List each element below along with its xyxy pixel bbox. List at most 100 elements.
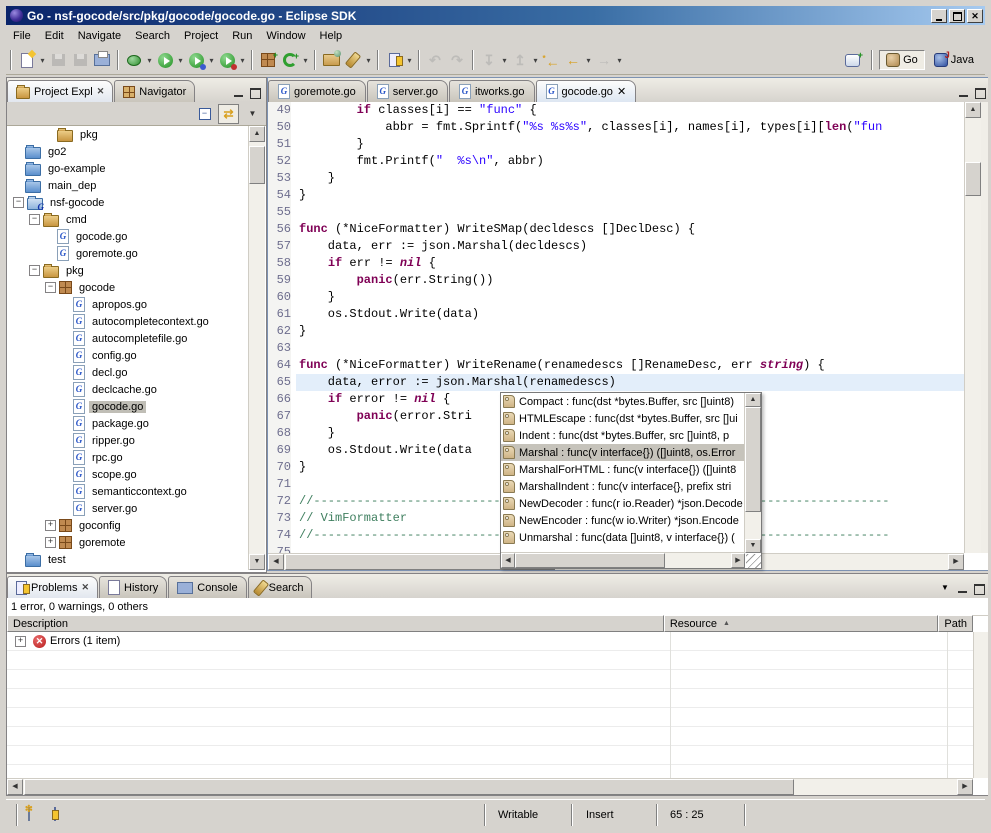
next-annotation-dropdown[interactable]: ▾ [500, 56, 509, 65]
redo-nav-button[interactable]: ↷ [446, 49, 468, 71]
tree-item-config-go[interactable]: config.go [7, 347, 249, 364]
popup-resize-grip[interactable] [746, 554, 761, 568]
popup-scroll-left-icon[interactable]: ◀ [501, 553, 515, 568]
editor-vscroll-thumb[interactable] [965, 162, 981, 196]
save-button[interactable] [47, 49, 69, 71]
tree-scroll-up-icon[interactable]: ▲ [249, 126, 265, 142]
tree-item-goremote-go[interactable]: goremote.go [7, 245, 249, 262]
run-external-button[interactable] [216, 49, 238, 71]
tree-item-nsf-gocode[interactable]: −nsf-gocode [7, 194, 249, 211]
editor-scroll-up-icon[interactable]: ▲ [965, 102, 981, 118]
maximize-view-button[interactable] [249, 87, 262, 98]
close-view-icon[interactable]: ✕ [97, 86, 105, 97]
go-compile-button[interactable]: + [279, 49, 301, 71]
print-button[interactable] [91, 49, 113, 71]
perspective-go-button[interactable]: Go [879, 50, 925, 70]
tree-item-gocode-go[interactable]: gocode.go [7, 228, 249, 245]
minimize-editor-button[interactable] [958, 87, 971, 98]
tab-console[interactable]: Console [168, 576, 246, 598]
forward-button[interactable]: → [593, 49, 615, 71]
menu-project[interactable]: Project [177, 28, 225, 44]
close-tab-icon[interactable]: ✕ [617, 85, 626, 98]
tree-item-gocode[interactable]: −gocode [7, 279, 249, 296]
problems-hscroll-thumb[interactable] [24, 779, 794, 795]
maximize-editor-button[interactable] [974, 87, 987, 98]
tree-item-apropos-go[interactable]: apropos.go [7, 296, 249, 313]
problems-scroll-right-icon[interactable]: ▶ [957, 779, 973, 795]
tree-item-pkg[interactable]: −pkg [7, 262, 249, 279]
menu-edit[interactable]: Edit [38, 28, 71, 44]
problems-vscrollbar[interactable] [973, 632, 990, 778]
minimize-problems-button[interactable] [957, 583, 970, 594]
run-external-dropdown[interactable]: ▾ [238, 56, 247, 65]
tree-item-pkg[interactable]: pkg [7, 126, 249, 143]
tree-item-test[interactable]: test [7, 551, 249, 568]
editor-tab-gocode-go[interactable]: gocode.go✕ [536, 80, 637, 102]
tree-scroll-thumb[interactable] [249, 146, 265, 184]
completion-item[interactable]: NewDecoder : func(r io.Reader) *json.Dec… [501, 495, 745, 512]
search-button[interactable] [342, 49, 364, 71]
tree-item-server-go[interactable]: server.go [7, 500, 249, 517]
completion-item[interactable]: NewEncoder : func(w io.Writer) *json.Enc… [501, 512, 745, 529]
tree-item-goremote[interactable]: +goremote [7, 534, 249, 551]
menu-file[interactable]: File [6, 28, 38, 44]
tree-item-autocompletefile-go[interactable]: autocompletefile.go [7, 330, 249, 347]
completion-item[interactable]: Compact : func(dst *bytes.Buffer, src []… [501, 393, 745, 410]
undo-nav-button[interactable]: ↶ [424, 49, 446, 71]
new-wizard-button[interactable] [16, 49, 38, 71]
column-path[interactable]: Path [938, 615, 973, 632]
completion-item[interactable]: MarshalIndent : func(v interface{}, pref… [501, 478, 745, 495]
collapse-icon[interactable]: − [29, 265, 40, 276]
editor-vscrollbar[interactable]: ▲ [964, 102, 981, 553]
popup-vscroll-thumb[interactable] [745, 407, 761, 512]
column-description[interactable]: Description [7, 615, 664, 632]
completion-item[interactable]: Unmarshal : func(data []uint8, v interfa… [501, 529, 745, 546]
tree-item-cmd[interactable]: −cmd [7, 211, 249, 228]
completion-item[interactable]: MarshalForHTML : func(v interface{}) ([]… [501, 461, 745, 478]
problems-view-menu-button[interactable]: ▼ [941, 583, 954, 594]
go-compile-dropdown[interactable]: ▾ [301, 56, 310, 65]
forward-dropdown[interactable]: ▾ [615, 56, 624, 65]
search-dropdown[interactable]: ▾ [364, 56, 373, 65]
new-go-package-button[interactable]: + [257, 49, 279, 71]
run-button[interactable] [154, 49, 176, 71]
view-menu-button[interactable]: ▼ [243, 105, 262, 123]
open-perspective-button[interactable]: + [838, 51, 867, 70]
tree-item-go-example[interactable]: go-example [7, 160, 249, 177]
prev-annotation-dropdown[interactable]: ▾ [531, 56, 540, 65]
tree-item-scope-go[interactable]: scope.go [7, 466, 249, 483]
restore-view-button[interactable] [54, 808, 56, 820]
maximize-button[interactable] [949, 9, 965, 23]
new-wizard-dropdown[interactable]: ▾ [38, 56, 47, 65]
autocomplete-list[interactable]: Compact : func(dst *bytes.Buffer, src []… [501, 393, 745, 553]
back-dropdown[interactable]: ▾ [584, 56, 593, 65]
tree-item-go2[interactable]: go2 [7, 143, 249, 160]
annotation-button[interactable] [383, 49, 405, 71]
prev-annotation-button[interactable]: ↥ [509, 49, 531, 71]
tree-item-declcache-go[interactable]: declcache.go [7, 381, 249, 398]
tab-navigator[interactable]: Navigator [114, 80, 195, 102]
run-history-button[interactable] [185, 49, 207, 71]
perspective-java-button[interactable]: J Java [927, 50, 981, 70]
tree-item-gocode-go[interactable]: gocode.go [7, 398, 249, 415]
debug-dropdown[interactable]: ▾ [145, 56, 154, 65]
collapse-icon[interactable]: − [29, 214, 40, 225]
fast-view-button[interactable]: ✽ [28, 808, 30, 820]
link-with-editor-button[interactable]: ⇄ [218, 104, 239, 124]
minimize-button[interactable] [931, 9, 947, 23]
project-tree[interactable]: pkggo2go-examplemain_dep−nsf-gocode−cmdg… [7, 126, 249, 570]
menu-window[interactable]: Window [259, 28, 312, 44]
editor-tab-goremote-go[interactable]: goremote.go [268, 80, 366, 102]
collapse-icon[interactable]: − [45, 282, 56, 293]
column-resource[interactable]: Resource ▲ [664, 615, 939, 632]
annotation-dropdown[interactable]: ▾ [405, 56, 414, 65]
tab-history[interactable]: History [99, 576, 167, 598]
menu-help[interactable]: Help [313, 28, 350, 44]
completion-item[interactable]: Marshal : func(v interface{}) ([]uint8, … [501, 444, 745, 461]
maximize-problems-button[interactable] [973, 583, 986, 594]
save-all-button[interactable] [69, 49, 91, 71]
tree-item-goconfig[interactable]: +goconfig [7, 517, 249, 534]
tab-project-explorer[interactable]: Project Expl ✕ [7, 80, 113, 102]
popup-hscroll-thumb[interactable] [515, 553, 665, 568]
expand-icon[interactable]: + [15, 636, 26, 647]
